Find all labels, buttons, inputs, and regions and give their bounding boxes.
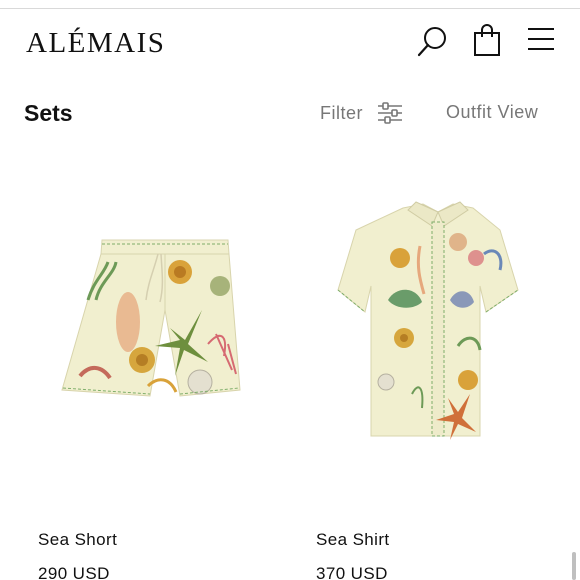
menu-icon xyxy=(528,28,554,50)
product-price: 370 USD xyxy=(316,564,388,580)
search-icon xyxy=(417,27,446,57)
page-title: Sets xyxy=(24,100,73,126)
product-name[interactable]: Sea Shirt xyxy=(316,530,390,550)
shopping-bag-button[interactable] xyxy=(472,23,502,57)
product-price: 290 USD xyxy=(38,564,110,580)
sea-shirt-image[interactable] xyxy=(308,150,568,510)
shopping-bag-icon xyxy=(474,24,500,56)
filter-label: Filter xyxy=(320,102,363,123)
sliders-icon xyxy=(378,102,402,124)
menu-button[interactable] xyxy=(527,27,555,51)
site-header: ALÉMAIS xyxy=(0,9,580,81)
page-scrollbar[interactable] xyxy=(572,552,576,580)
outfit-view-button[interactable]: Outfit View xyxy=(446,102,538,123)
collection-toolbar: Sets Filter Outfit View xyxy=(0,96,580,136)
brand-logo[interactable]: ALÉMAIS xyxy=(26,27,165,60)
product-name[interactable]: Sea Short xyxy=(38,530,117,550)
sea-short-image[interactable] xyxy=(30,150,290,510)
search-button[interactable] xyxy=(416,25,450,59)
product-card[interactable]: Sea Short 290 USD xyxy=(30,150,290,580)
filter-button[interactable]: Filter xyxy=(320,102,403,124)
product-card[interactable]: Sea Shirt 370 USD xyxy=(308,150,568,580)
